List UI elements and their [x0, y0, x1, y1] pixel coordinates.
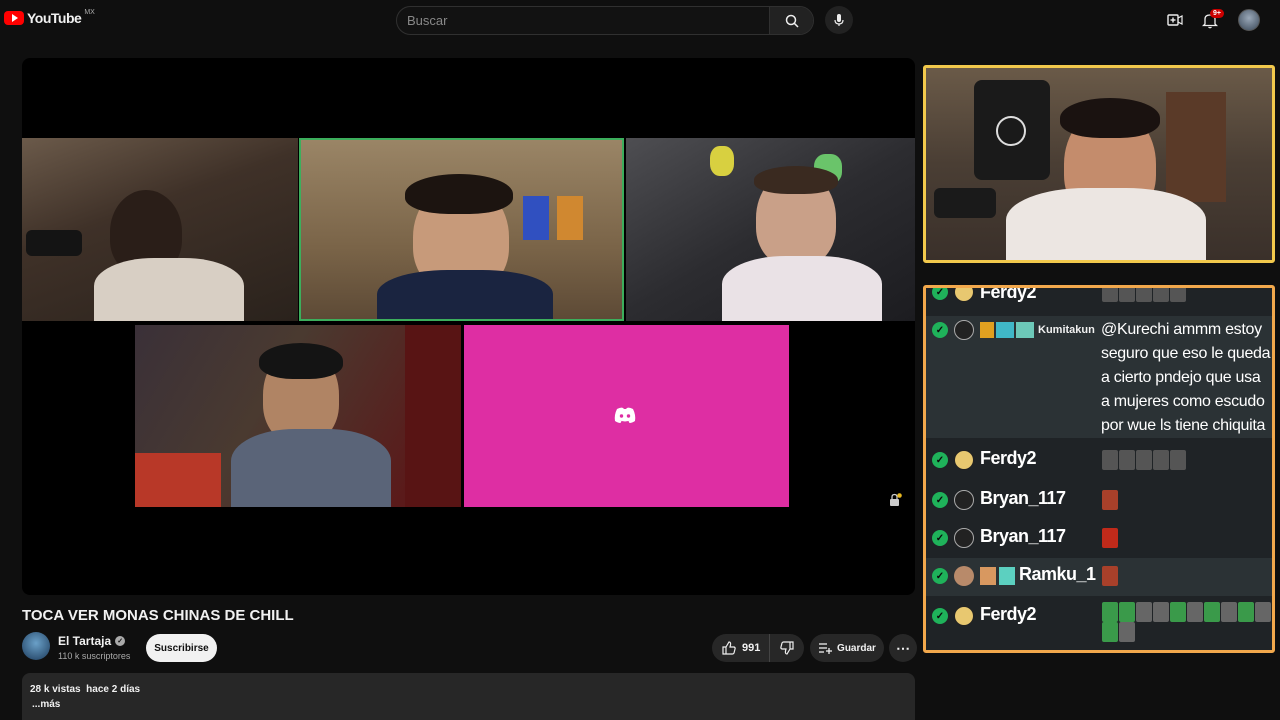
camera-feed-1	[22, 138, 298, 321]
like-button[interactable]: 991	[712, 634, 770, 662]
video-player[interactable]	[22, 58, 915, 595]
subscribe-button[interactable]: Suscribirse	[146, 634, 217, 662]
chat-panel: ✓ Ferdy2 ✓ Kumitakun @Kurechi ammm estoy…	[923, 285, 1275, 653]
chat-username: Kumitakun	[1038, 324, 1095, 336]
save-icon	[819, 643, 833, 654]
chat-message: ✓ Ferdy2	[926, 600, 1272, 650]
camera-feed-3	[626, 138, 915, 321]
chat-username: Bryan_117	[980, 526, 1066, 546]
user-avatar	[954, 566, 974, 586]
video-title: TOCA VER MONAS CHINAS DE CHILL	[22, 607, 294, 624]
like-icon	[722, 641, 736, 655]
top-bar: YouTube MX 9+	[0, 0, 1280, 40]
camera-feed-4	[135, 325, 461, 507]
search-input[interactable]	[407, 7, 767, 34]
save-button[interactable]: Guardar	[810, 634, 884, 662]
chat-message: ✓ Ramku_1	[926, 558, 1272, 596]
chat-username: Bryan_117	[980, 488, 1066, 508]
check-icon: ✓	[932, 530, 948, 546]
chat-message: ✓ Kumitakun @Kurechi ammm estoy seguro q…	[926, 316, 1272, 438]
search-icon	[785, 14, 799, 28]
view-count: 28 k vistas	[30, 684, 81, 695]
emote-row	[1102, 288, 1272, 302]
channel-avatar[interactable]	[22, 632, 50, 660]
discord-placeholder-feed	[464, 325, 789, 507]
chat-message: ✓ Ferdy2	[926, 444, 1272, 478]
chat-username: Ramku_1	[1019, 564, 1096, 584]
user-avatar	[954, 320, 974, 340]
emote-row	[1102, 490, 1272, 510]
discord-icon	[614, 407, 636, 423]
check-icon: ✓	[932, 568, 948, 584]
user-avatar	[954, 528, 974, 548]
chat-message: ✓ Bryan_117	[926, 522, 1272, 556]
country-code: MX	[84, 8, 95, 16]
emote-row	[1102, 450, 1272, 470]
emote-row	[1102, 602, 1272, 642]
more-actions-button[interactable]: ⋯	[889, 634, 917, 662]
mic-icon	[834, 14, 844, 26]
subscriber-count: 110 k suscriptores	[58, 651, 131, 661]
dislike-icon	[780, 641, 794, 655]
account-avatar[interactable]	[1238, 9, 1260, 31]
chat-username: Ferdy2	[980, 604, 1037, 624]
chat-message: ✓ Bryan_117	[926, 484, 1272, 518]
voice-search-button[interactable]	[825, 6, 853, 34]
search-button[interactable]	[769, 7, 813, 34]
show-more-link[interactable]: ...más	[32, 699, 60, 710]
lock-icon	[890, 493, 902, 506]
user-avatar	[954, 450, 974, 470]
user-avatar	[954, 490, 974, 510]
like-count: 991	[742, 642, 761, 654]
check-icon: ✓	[932, 322, 948, 338]
youtube-logo-icon	[4, 11, 24, 25]
create-button[interactable]	[1166, 11, 1184, 29]
chat-username: Ferdy2	[980, 285, 1037, 302]
camera-feed-2	[299, 138, 624, 321]
like-dislike-group: 991	[712, 634, 804, 662]
dislike-button[interactable]	[770, 634, 804, 662]
check-icon: ✓	[932, 492, 948, 508]
check-icon: ✓	[932, 452, 948, 468]
emote-row	[1102, 566, 1272, 586]
verified-icon: ✓	[115, 636, 126, 646]
channel-name[interactable]: El Tartaja	[58, 634, 111, 648]
notification-badge: 9+	[1210, 9, 1224, 18]
chat-message: ✓ Ferdy2	[926, 285, 1272, 308]
logo-text: YouTube	[27, 10, 82, 26]
video-stats: 28 k vistas hace 2 días	[30, 684, 140, 695]
upload-date: hace 2 días	[86, 684, 141, 695]
chat-username: Ferdy2	[980, 448, 1037, 468]
create-icon	[1167, 14, 1183, 26]
save-label: Guardar	[837, 642, 876, 654]
chat-text: @Kurechi ammm estoy seguro que eso le qu…	[1101, 321, 1271, 434]
check-icon: ✓	[932, 608, 948, 624]
streamer-camera	[923, 65, 1275, 263]
user-avatar	[954, 288, 974, 302]
user-avatar	[954, 606, 974, 626]
search-box	[396, 6, 814, 35]
check-icon: ✓	[932, 288, 948, 300]
emote-row	[1102, 528, 1272, 548]
channel-name-row[interactable]: El Tartaja ✓	[58, 634, 126, 648]
youtube-logo[interactable]: YouTube MX	[4, 8, 95, 26]
more-icon: ⋯	[896, 639, 910, 656]
description-box[interactable]: 28 k vistas hace 2 días ...más	[22, 673, 915, 720]
